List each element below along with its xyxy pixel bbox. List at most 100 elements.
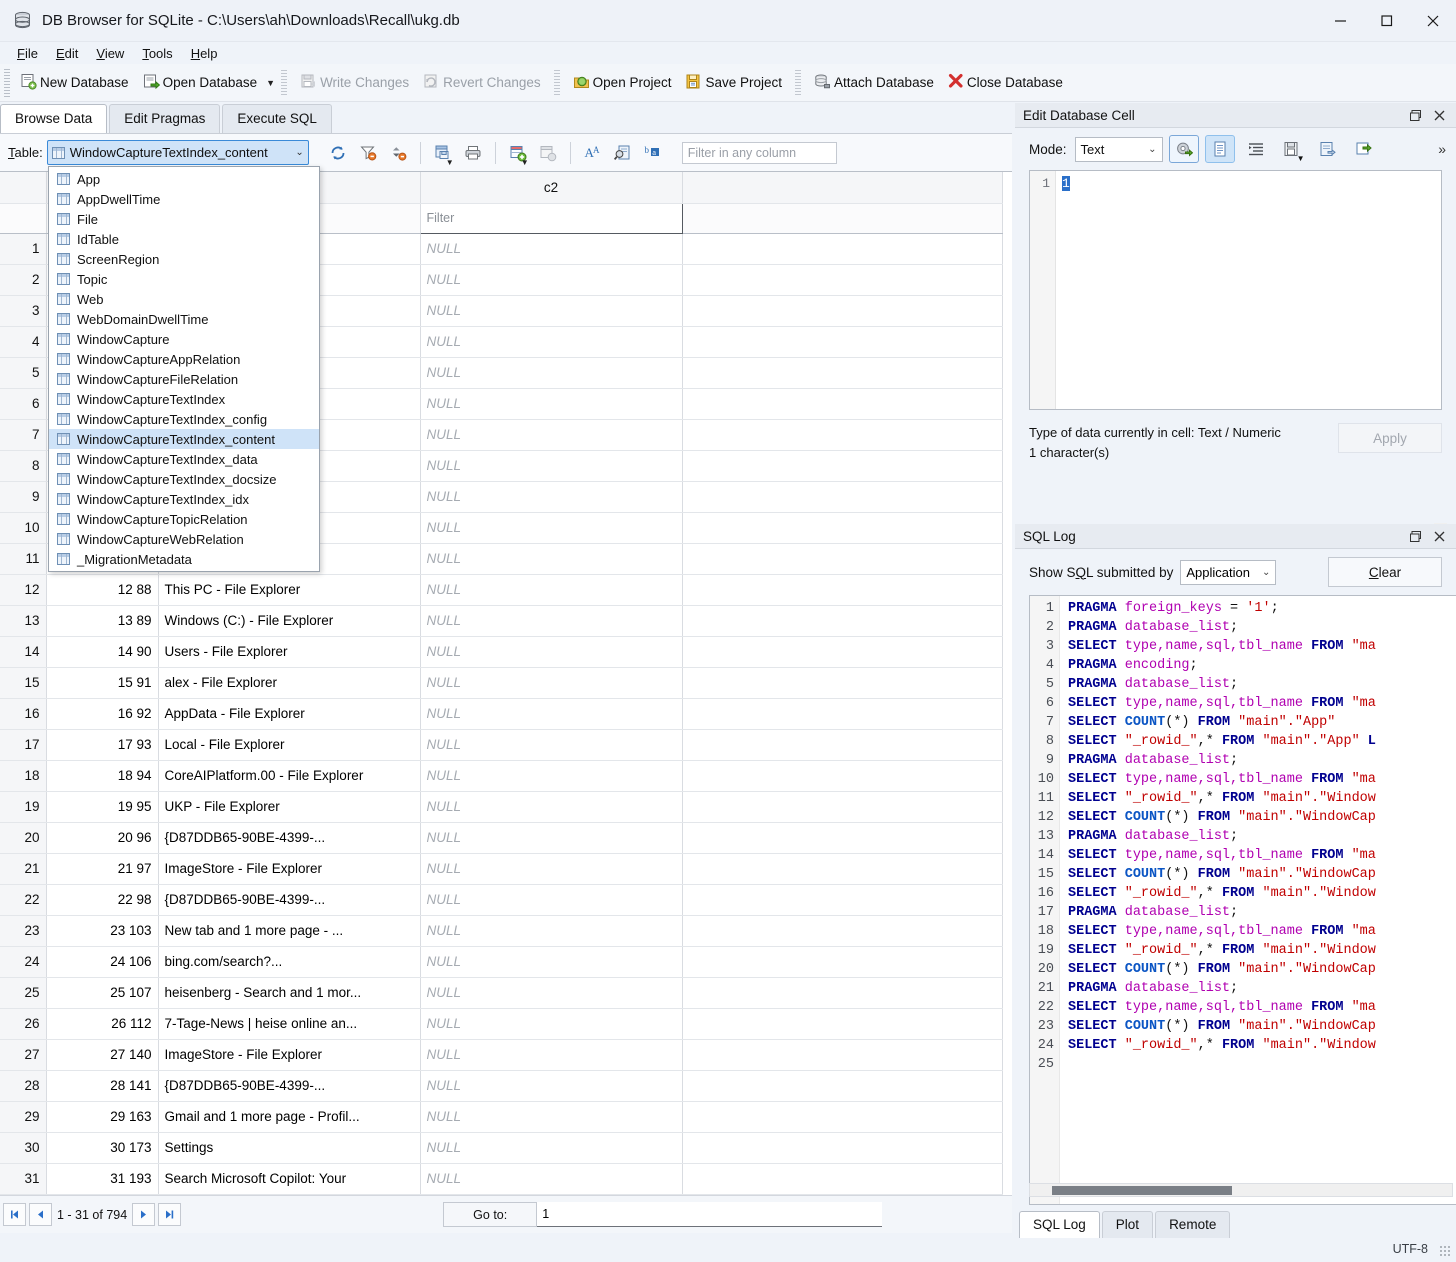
table-option-WindowCaptureTextIndex_idx[interactable]: WindowCaptureTextIndex_idx: [49, 489, 319, 509]
cell-c2[interactable]: NULL: [420, 1070, 682, 1101]
previous-record-button[interactable]: [29, 1203, 52, 1226]
attach-database-button[interactable]: Attach Database: [807, 68, 941, 98]
cell-c1[interactable]: 7-Tage-News | heise online an...: [158, 1008, 420, 1039]
row-number-cell[interactable]: 5: [0, 357, 46, 388]
tab-execute-sql[interactable]: Execute SQL: [222, 104, 332, 133]
cell-c2[interactable]: NULL: [420, 357, 682, 388]
row-number-cell[interactable]: 2: [0, 264, 46, 295]
menu-tools[interactable]: Tools: [133, 44, 181, 63]
row-number-cell[interactable]: 16: [0, 698, 46, 729]
cell-c1[interactable]: {D87DDB65-90BE-4399-...: [158, 1070, 420, 1101]
row-number-cell[interactable]: 26: [0, 1008, 46, 1039]
cell-c1[interactable]: AppData - File Explorer: [158, 698, 420, 729]
table-row[interactable]: 2222 98{D87DDB65-90BE-4399-...NULL: [0, 884, 1003, 915]
cell-c1[interactable]: {D87DDB65-90BE-4399-...: [158, 822, 420, 853]
tab-browse-data[interactable]: Browse Data: [0, 104, 107, 133]
row-number-cell[interactable]: 24: [0, 946, 46, 977]
table-option-WindowCaptureTextIndex_config[interactable]: WindowCaptureTextIndex_config: [49, 409, 319, 429]
row-number-cell[interactable]: 28: [0, 1070, 46, 1101]
row-number-cell[interactable]: 15: [0, 667, 46, 698]
cell-c1[interactable]: Gmail and 1 more page - Profil...: [158, 1101, 420, 1132]
row-number-cell[interactable]: 8: [0, 450, 46, 481]
bottom-tab-plot[interactable]: Plot: [1102, 1211, 1153, 1238]
row-number-cell[interactable]: 13: [0, 605, 46, 636]
row-number-cell[interactable]: 4: [0, 326, 46, 357]
table-option-IdTable[interactable]: IdTable: [49, 229, 319, 249]
table-option-AppDwellTime[interactable]: AppDwellTime: [49, 189, 319, 209]
cell-c0[interactable]: 19 95: [46, 791, 158, 822]
cell-c1[interactable]: heisenberg - Search and 1 mor...: [158, 977, 420, 1008]
open-project-button[interactable]: Open Project: [566, 68, 679, 98]
sql-log-text-area[interactable]: 1234567891011121314151617181920212223242…: [1029, 595, 1456, 1205]
filter-input-c2[interactable]: Filter: [420, 203, 682, 233]
row-number-cell[interactable]: 12: [0, 574, 46, 605]
table-row[interactable]: 1515 91alex - File ExplorerNULL: [0, 667, 1003, 698]
export-icon[interactable]: [1313, 135, 1343, 163]
revert-changes-button[interactable]: Revert Changes: [416, 68, 548, 98]
row-number-cell[interactable]: 18: [0, 760, 46, 791]
table-option-_MigrationMetadata[interactable]: _MigrationMetadata: [49, 549, 319, 569]
clear-filter-icon[interactable]: [353, 139, 383, 167]
cell-c2[interactable]: NULL: [420, 946, 682, 977]
col-header-c2[interactable]: c2: [420, 172, 682, 203]
cell-c0[interactable]: 21 97: [46, 853, 158, 884]
table-option-WindowCaptureTextIndex_docsize[interactable]: WindowCaptureTextIndex_docsize: [49, 469, 319, 489]
apply-data-icon[interactable]: [1169, 135, 1199, 163]
row-number-cell[interactable]: 20: [0, 822, 46, 853]
open-database-dropdown-arrow[interactable]: ▼: [266, 78, 275, 88]
table-option-WindowCaptureTextIndex_content[interactable]: WindowCaptureTextIndex_content: [49, 429, 319, 449]
cell-c2[interactable]: NULL: [420, 543, 682, 574]
mode-combobox[interactable]: Text ⌄: [1075, 137, 1163, 162]
cell-c2[interactable]: NULL: [420, 295, 682, 326]
overflow-chevron-icon[interactable]: »: [1438, 141, 1446, 157]
table-row[interactable]: 1313 89Windows (C:) - File ExplorerNULL: [0, 605, 1003, 636]
close-button[interactable]: [1410, 0, 1456, 42]
table-row[interactable]: 1717 93Local - File ExplorerNULL: [0, 729, 1003, 760]
cell-c1[interactable]: ImageStore - File Explorer: [158, 1039, 420, 1070]
cell-c0[interactable]: 23 103: [46, 915, 158, 946]
delete-record-icon[interactable]: [533, 139, 563, 167]
open-in-external-icon[interactable]: [1349, 135, 1379, 163]
cell-c0[interactable]: 16 92: [46, 698, 158, 729]
table-option-WindowCaptureAppRelation[interactable]: WindowCaptureAppRelation: [49, 349, 319, 369]
cell-c1[interactable]: alex - File Explorer: [158, 667, 420, 698]
cell-c1[interactable]: ImageStore - File Explorer: [158, 853, 420, 884]
cell-c2[interactable]: NULL: [420, 605, 682, 636]
table-option-WebDomainDwellTime[interactable]: WebDomainDwellTime: [49, 309, 319, 329]
menu-edit[interactable]: Edit: [47, 44, 87, 63]
cell-c2[interactable]: NULL: [420, 450, 682, 481]
row-number-cell[interactable]: 6: [0, 388, 46, 419]
sql-log-scrollbar-thumb[interactable]: [1052, 1186, 1232, 1195]
row-number-cell[interactable]: 11: [0, 543, 46, 574]
cell-c0[interactable]: 30 173: [46, 1132, 158, 1163]
conditional-format-icon[interactable]: b a: [638, 139, 668, 167]
cell-editor[interactable]: 1 1: [1029, 170, 1442, 410]
cell-c0[interactable]: 22 98: [46, 884, 158, 915]
cell-c2[interactable]: NULL: [420, 1101, 682, 1132]
cell-c0[interactable]: 25 107: [46, 977, 158, 1008]
cell-c0[interactable]: 20 96: [46, 822, 158, 853]
cell-c0[interactable]: 18 94: [46, 760, 158, 791]
table-option-Topic[interactable]: Topic: [49, 269, 319, 289]
table-option-File[interactable]: File: [49, 209, 319, 229]
cell-c2[interactable]: NULL: [420, 636, 682, 667]
cell-c2[interactable]: NULL: [420, 977, 682, 1008]
cell-c0[interactable]: 31 193: [46, 1163, 158, 1194]
table-row[interactable]: 1919 95UKP - File ExplorerNULL: [0, 791, 1003, 822]
sql-log-undock-button[interactable]: [1404, 526, 1426, 546]
sql-log-close-button[interactable]: [1428, 526, 1450, 546]
cell-c2[interactable]: NULL: [420, 264, 682, 295]
toolbar-grip[interactable]: [4, 69, 10, 97]
text-mode-icon[interactable]: [1205, 135, 1235, 163]
table-option-WindowCaptureTextIndex_data[interactable]: WindowCaptureTextIndex_data: [49, 449, 319, 469]
table-selector-combobox[interactable]: WindowCaptureTextIndex_content ⌄: [47, 140, 309, 165]
menu-view[interactable]: View: [87, 44, 133, 63]
cell-c2[interactable]: NULL: [420, 1163, 682, 1194]
cell-c2[interactable]: NULL: [420, 884, 682, 915]
cell-c1[interactable]: New tab and 1 more page - ...: [158, 915, 420, 946]
cell-editor-content[interactable]: 1: [1056, 171, 1070, 409]
table-row[interactable]: 2626 1127-Tage-News | heise online an...…: [0, 1008, 1003, 1039]
cell-c0[interactable]: 17 93: [46, 729, 158, 760]
table-row[interactable]: 3030 173SettingsNULL: [0, 1132, 1003, 1163]
close-database-button[interactable]: Close Database: [941, 68, 1070, 98]
